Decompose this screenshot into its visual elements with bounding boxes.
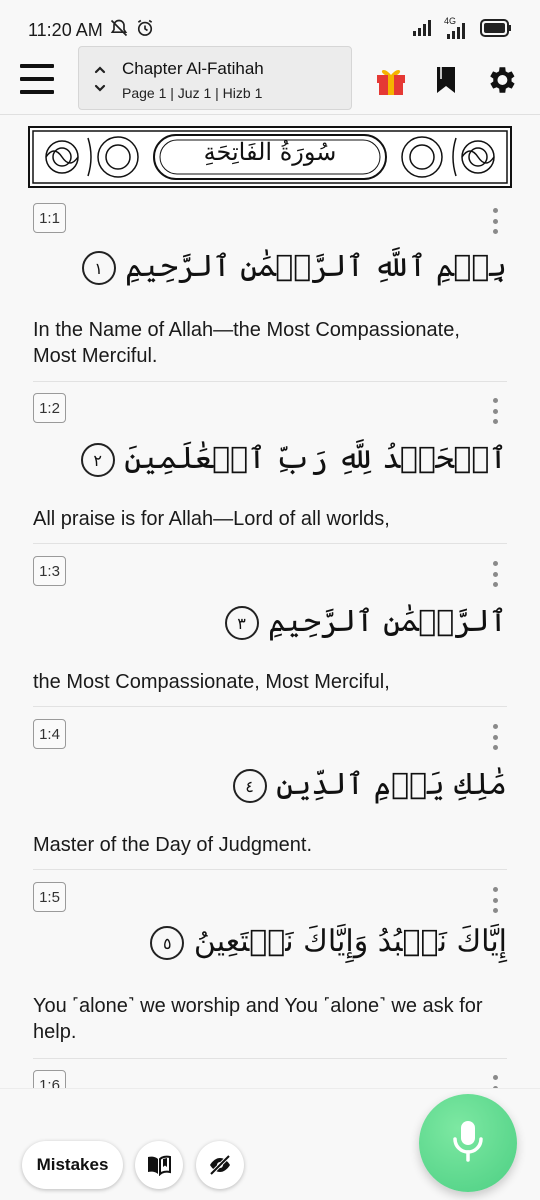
verse-arabic: بِسۡمِ ٱللَّهِ ٱلرَّحۡمَٰنِ ٱلرَّحِيمِ ١: [76, 249, 507, 285]
verse-1-1: 1:1 بِسۡمِ ٱللَّهِ ٱلرَّحۡمَٰنِ ٱلرَّحِي…: [33, 203, 507, 393]
chevron-up-icon[interactable]: [93, 63, 107, 77]
verse-ref-badge[interactable]: 1:1: [33, 203, 66, 233]
bookmark-icon[interactable]: [428, 62, 464, 98]
verse-translation: the Most Compassionate, Most Merciful,: [33, 671, 390, 693]
more-options-icon[interactable]: [491, 1075, 499, 1088]
chevron-down-icon[interactable]: [93, 81, 107, 95]
verse-1-3: 1:3 ٱلرَّحۡمَٰنِ ٱلرَّحِيمِ ٣ the Most C…: [33, 556, 507, 716]
surah-header: سُورَةُ الفَاتِحَةِ: [28, 126, 512, 188]
verse-translation: In the Name of Allah—the Most Compassion…: [33, 319, 460, 367]
verse-arabic-text: ٱلرَّحۡمَٰنِ ٱلرَّحِيمِ: [268, 604, 507, 639]
verse-1-6: 1:6: [33, 1070, 507, 1088]
microphone-icon: [450, 1119, 486, 1168]
verse-translation: You ˹alone˺ we worship and You ˹alone˺ w…: [33, 995, 483, 1043]
surah-title: سُورَةُ الفَاتِحَةِ: [203, 138, 337, 166]
verse-arabic: ٱلرَّحۡمَٰنِ ٱلرَّحِيمِ ٣: [219, 604, 507, 640]
4g-signal-icon: 4G: [444, 16, 470, 40]
verse-arabic: إِيَّاكَ نَعۡبُدُ وَإِيَّاكَ نَسۡتَعِينُ…: [144, 924, 507, 960]
verse-number-marker: ٣: [224, 606, 259, 640]
more-options-icon[interactable]: [491, 724, 499, 750]
verse-separator: [33, 381, 507, 382]
verse-number-marker: ٥: [150, 926, 185, 960]
verse-separator: [33, 1058, 507, 1059]
more-options-icon[interactable]: [491, 208, 499, 234]
verse-separator: [33, 706, 507, 707]
eye-off-icon[interactable]: [196, 1141, 244, 1189]
chapter-title: Chapter Al-Fatihah: [122, 59, 264, 78]
verse-translation: All praise is for Allah—Lord of all worl…: [33, 508, 390, 530]
alarm-icon: [135, 18, 155, 43]
verse-number-marker: ١: [81, 251, 116, 285]
verse-separator: [33, 543, 507, 544]
microphone-button[interactable]: [419, 1094, 517, 1192]
book-open-icon[interactable]: [135, 1141, 183, 1189]
gift-icon[interactable]: [373, 62, 409, 98]
verse-ref-badge[interactable]: 1:2: [33, 393, 66, 423]
verse-arabic-text: ٱلۡحَمۡدُ لِلَّهِ رَبِّ ٱلۡعَٰلَمِينَ: [124, 441, 507, 476]
verse-ref-badge[interactable]: 1:6: [33, 1070, 66, 1088]
header-divider: [0, 114, 540, 115]
verse-arabic-text: مَٰلِكِ يَوۡمِ ٱلدِّينِ: [276, 767, 507, 802]
battery-icon: [480, 18, 512, 42]
mistakes-button[interactable]: Mistakes: [22, 1141, 123, 1189]
verse-translation: Master of the Day of Judgment.: [33, 834, 313, 856]
verse-arabic-text: إِيَّاكَ نَعۡبُدُ وَإِيَّاكَ نَسۡتَعِينُ: [193, 924, 507, 959]
verse-ref-badge[interactable]: 1:3: [33, 556, 66, 586]
menu-icon[interactable]: [20, 64, 54, 94]
verse-separator: [33, 869, 507, 870]
app-bar: Chapter Al-Fatihah Page 1 | Juz 1 | Hizb…: [0, 44, 540, 116]
more-options-icon[interactable]: [491, 561, 499, 587]
verse-1-4: 1:4 مَٰلِكِ يَوۡمِ ٱلدِّينِ ٤ Master of …: [33, 719, 507, 879]
status-time: 11:20 AM: [28, 19, 103, 40]
verse-arabic: ٱلۡحَمۡدُ لِلَّهِ رَبِّ ٱلۡعَٰلَمِينَ ٢: [75, 441, 507, 477]
verse-ref-badge[interactable]: 1:5: [33, 882, 66, 912]
more-options-icon[interactable]: [491, 398, 499, 424]
more-options-icon[interactable]: [491, 887, 499, 913]
verse-1-5: 1:5 إِيَّاكَ نَعۡبُدُ وَإِيَّاكَ نَسۡتَع…: [33, 882, 507, 1062]
chapter-meta: Page 1 | Juz 1 | Hizb 1: [122, 85, 263, 101]
verse-number-marker: ٤: [232, 769, 267, 803]
settings-icon[interactable]: [483, 62, 519, 98]
verse-1-2: 1:2 ٱلۡحَمۡدُ لِلَّهِ رَبِّ ٱلۡعَٰلَمِين…: [33, 393, 507, 553]
bell-off-icon: [109, 18, 129, 43]
verse-number-marker: ٢: [80, 443, 115, 477]
verse-ref-badge[interactable]: 1:4: [33, 719, 66, 749]
verse-arabic: مَٰلِكِ يَوۡمِ ٱلدِّينِ ٤: [227, 767, 507, 803]
chapter-selector[interactable]: Chapter Al-Fatihah Page 1 | Juz 1 | Hizb…: [78, 46, 352, 110]
verse-arabic-text: بِسۡمِ ٱللَّهِ ٱلرَّحۡمَٰنِ ٱلرَّحِيمِ: [125, 249, 507, 284]
signal-icon: [412, 19, 434, 42]
